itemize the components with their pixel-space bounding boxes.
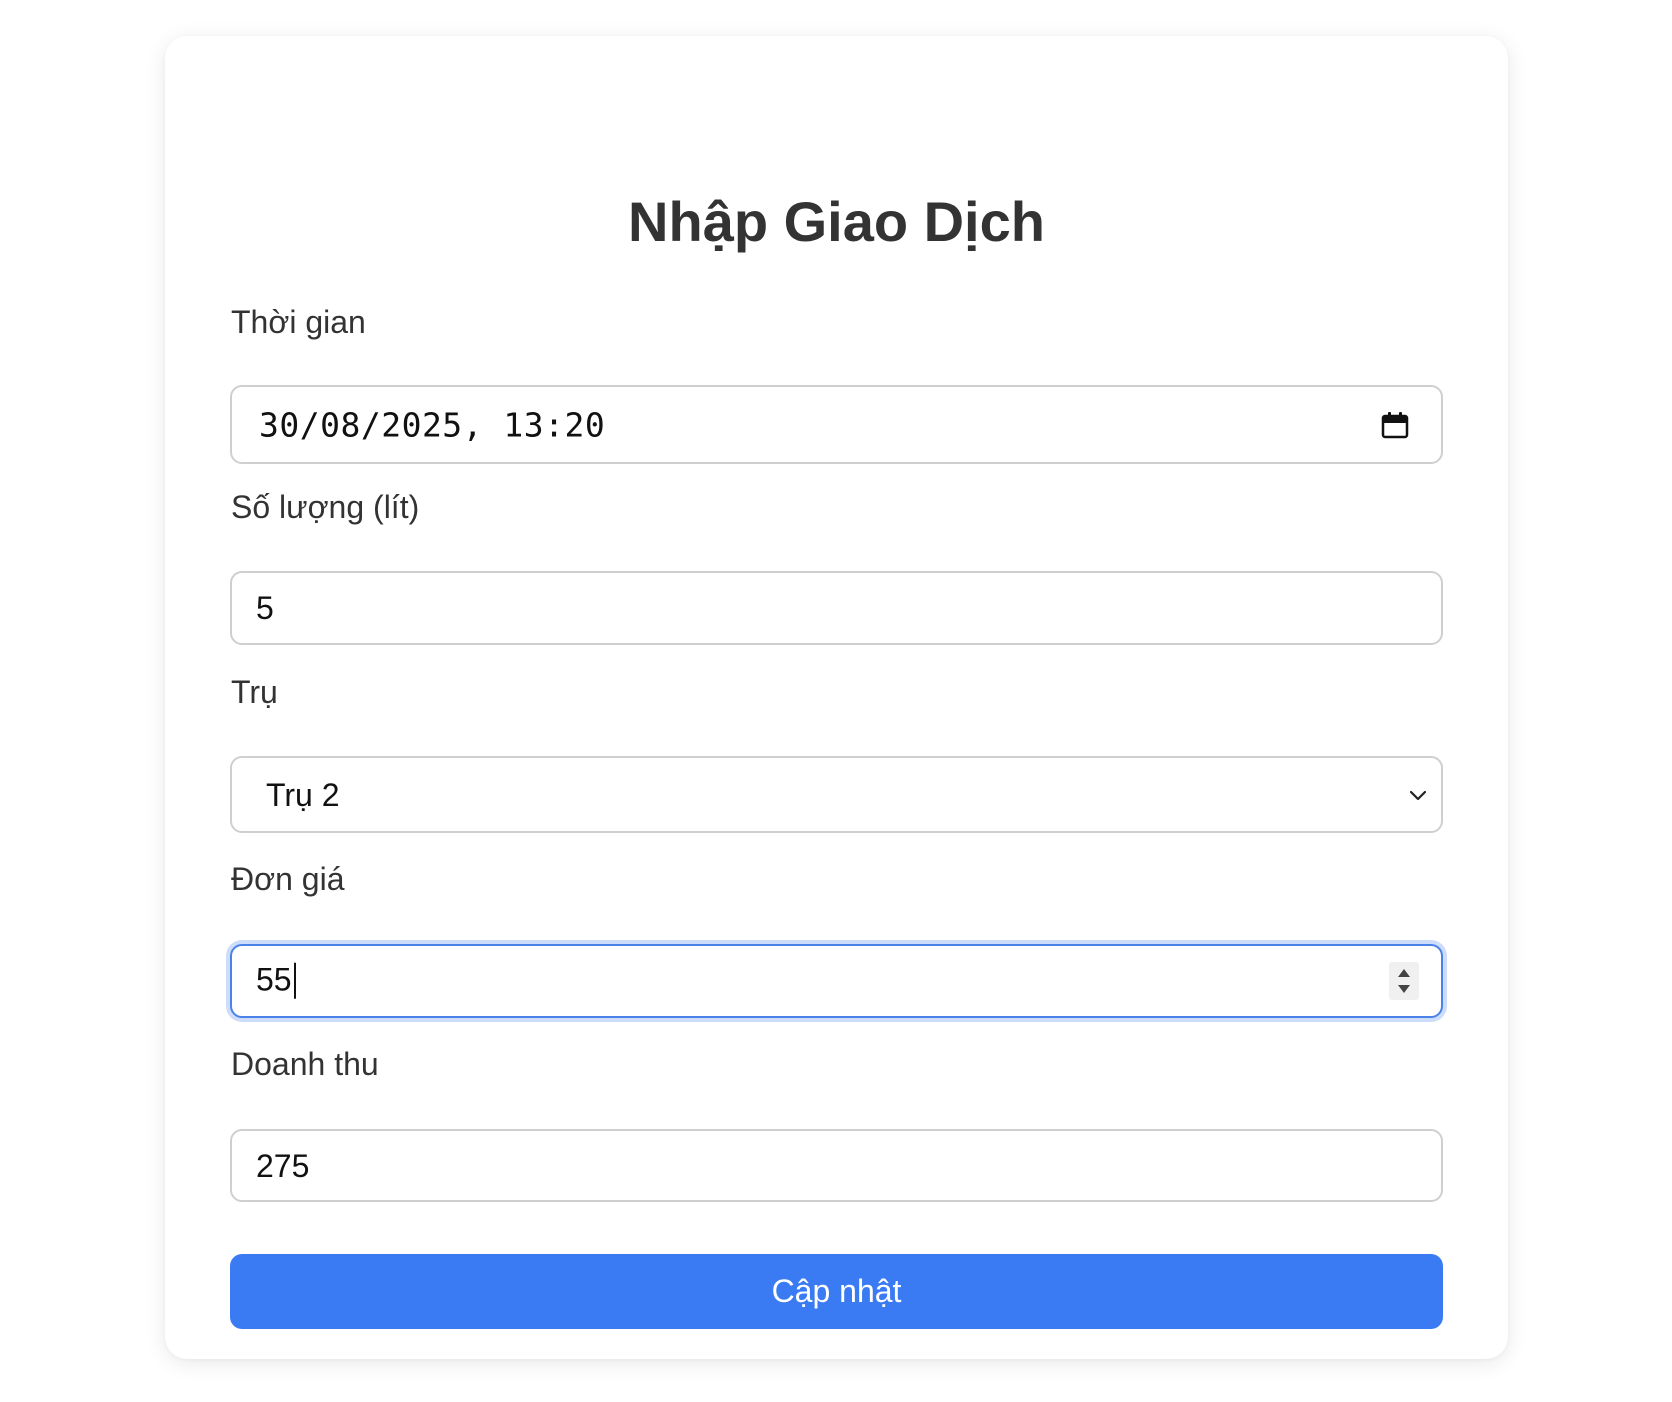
datetime-input[interactable]: 30/08/2025, 13:20 bbox=[230, 385, 1443, 464]
unit-price-input[interactable]: 55 bbox=[230, 944, 1443, 1018]
unit-price-value: 55 bbox=[256, 961, 292, 998]
number-spinner[interactable] bbox=[1389, 962, 1419, 1000]
page-title: Nhập Giao Dịch bbox=[628, 190, 1045, 253]
unit-price-value-wrap: 55 bbox=[256, 961, 296, 999]
pump-label: Trụ bbox=[231, 674, 278, 710]
revenue-value: 275 bbox=[256, 1147, 310, 1184]
quantity-input[interactable]: 5 bbox=[230, 571, 1443, 645]
transaction-form-card: Nhập Giao Dịch Thời gian 30/08/2025, 13:… bbox=[165, 36, 1508, 1359]
update-button[interactable]: Cập nhật bbox=[230, 1254, 1443, 1329]
unit-price-label: Đơn giá bbox=[231, 861, 345, 897]
spinner-up-icon bbox=[1398, 969, 1410, 977]
datetime-value: 30/08/2025, 13:20 bbox=[259, 405, 606, 444]
text-caret bbox=[293, 962, 296, 999]
pump-select[interactable]: Trụ 2 bbox=[230, 756, 1443, 833]
revenue-input[interactable]: 275 bbox=[230, 1129, 1443, 1202]
calendar-icon[interactable] bbox=[1381, 411, 1409, 439]
chevron-down-icon bbox=[1407, 784, 1429, 806]
time-label: Thời gian bbox=[231, 304, 366, 340]
revenue-label: Doanh thu bbox=[231, 1046, 379, 1082]
quantity-label: Số lượng (lít) bbox=[231, 489, 420, 525]
spinner-down-icon bbox=[1398, 985, 1410, 993]
quantity-value: 5 bbox=[256, 590, 274, 626]
pump-selected-value: Trụ 2 bbox=[266, 776, 340, 813]
